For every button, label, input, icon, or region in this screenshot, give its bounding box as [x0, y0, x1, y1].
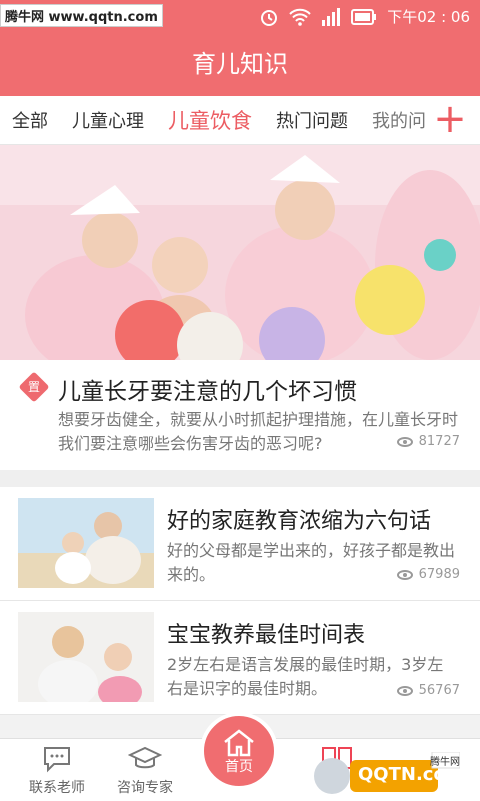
status-time: 下午02 : 06: [387, 8, 470, 26]
battery-icon: [351, 8, 377, 25]
watermark-small-text: 腾牛网: [430, 757, 460, 768]
featured-title: 儿童长牙要注意的几个坏习惯: [58, 379, 357, 405]
featured-article[interactable]: 置 儿童长牙要注意的几个坏习惯 想要牙齿健全，就要从小时抓起护理措施，在儿童长牙…: [0, 360, 480, 470]
graduation-cap-icon: [127, 746, 163, 769]
featured-views: 81727: [396, 434, 460, 449]
status-icons: 下午02 : 06: [259, 6, 470, 27]
home-icon: [224, 729, 254, 757]
eye-icon: [396, 436, 413, 447]
category-tabs: 全部 儿童心理 儿童饮食 热门问题 我的问 +: [0, 96, 480, 145]
featured-image[interactable]: [0, 145, 480, 360]
home-button[interactable]: 首页: [200, 712, 278, 790]
nav-consult-expert[interactable]: 咨询专家: [100, 745, 190, 797]
tab-my-questions[interactable]: 我的问: [360, 107, 438, 133]
nav-contact-teacher[interactable]: 联系老师: [12, 745, 102, 797]
mother-child-photo: [18, 612, 154, 702]
eye-icon: [396, 685, 413, 696]
wifi-icon: [289, 8, 311, 26]
tab-child-psychology[interactable]: 儿童心理: [60, 107, 156, 133]
article-title: 宝宝教养最佳时间表: [167, 623, 366, 648]
chat-icon: [44, 747, 70, 773]
article-title: 好的家庭教育浓缩为六句话: [167, 509, 432, 534]
nav-consult-label: 咨询专家: [117, 780, 173, 796]
nav-contact-label: 联系老师: [29, 780, 85, 796]
tab-hot-questions[interactable]: 热门问题: [264, 107, 360, 133]
signal-icon: [322, 7, 341, 26]
tab-all[interactable]: 全部: [0, 107, 60, 133]
list-item[interactable]: 宝宝教养最佳时间表 2岁左右是语言发展的最佳时期，3岁左右是识字的最佳时期。 5…: [0, 601, 480, 715]
home-label: 首页: [225, 759, 253, 775]
article-views: 67989: [396, 567, 460, 582]
article-thumbnail: [18, 612, 154, 702]
list-item[interactable]: 好的家庭教育浓缩为六句话 好的父母都是学出来的，好孩子都是教出来的。 67989: [0, 487, 480, 601]
section-divider: [0, 470, 480, 487]
article-thumbnail: [18, 498, 154, 588]
article-views: 56767: [396, 683, 460, 698]
watermark-label: 腾牛网 www.qqtn.com: [0, 4, 163, 27]
app-bar: 育儿知识: [0, 32, 480, 96]
tab-child-diet[interactable]: 儿童饮食: [156, 105, 264, 135]
watermark-logo: QQTN.com 腾牛网: [310, 751, 465, 796]
add-tab-icon[interactable]: +: [432, 99, 468, 140]
page-title: 育儿知识: [192, 50, 288, 78]
hero-illustration: [0, 145, 480, 360]
pinned-badge: 置: [18, 371, 50, 403]
status-bar: 腾牛网 www.qqtn.com 下午02 : 06: [0, 0, 480, 32]
alarm-icon: [261, 9, 278, 26]
family-photo: [18, 498, 154, 588]
eye-icon: [396, 569, 413, 580]
